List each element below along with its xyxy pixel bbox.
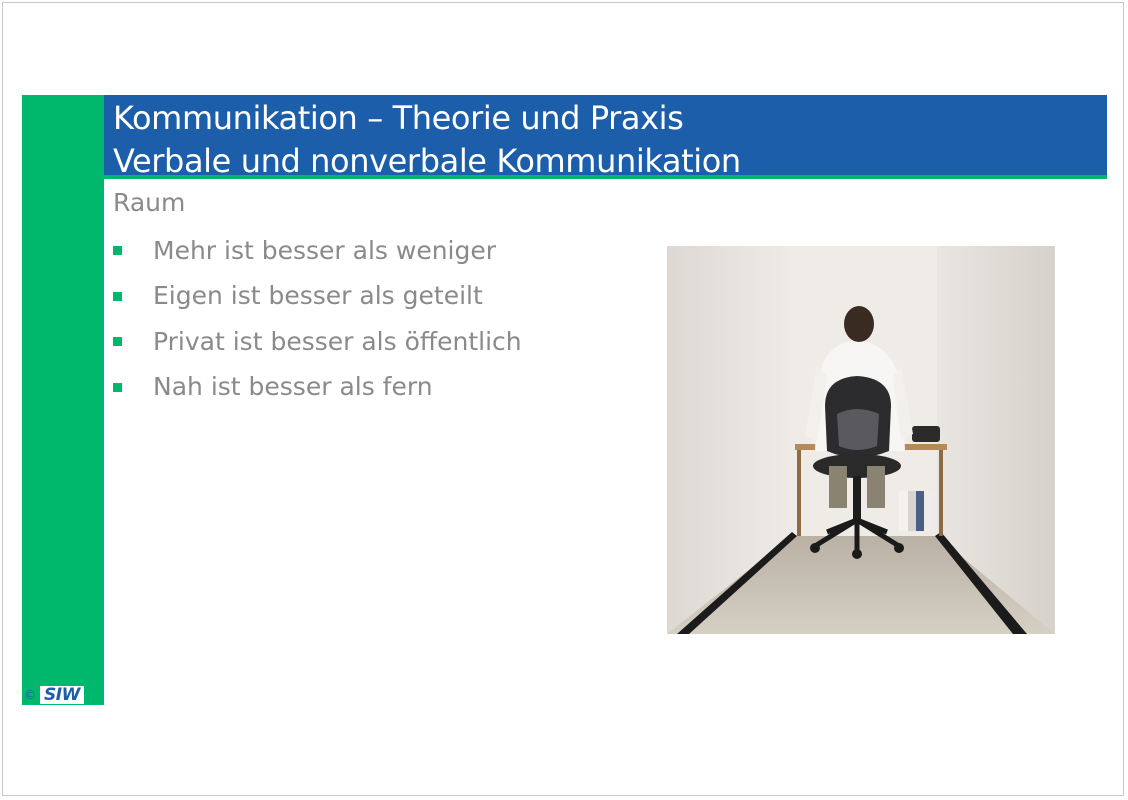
left-accent-bar <box>22 95 104 705</box>
bullet-text: Mehr ist besser als weniger <box>153 235 497 265</box>
list-item: Nah ist besser als fern <box>113 368 522 414</box>
list-item: Privat ist besser als öffentlich <box>113 322 522 368</box>
title-banner: Kommunikation – Theorie und Praxis Verba… <box>104 95 1107 180</box>
green-square-bullet-icon <box>113 382 122 392</box>
list-item: Eigen ist besser als geteilt <box>113 277 522 323</box>
copyright-symbol: © <box>24 688 36 702</box>
bullet-text: Nah ist besser als fern <box>153 372 433 402</box>
green-square-bullet-icon <box>113 337 122 347</box>
bullet-list: Mehr ist besser als weniger Eigen ist be… <box>113 231 522 413</box>
title-line-2: Verbale und nonverbale Kommunikation <box>113 142 741 180</box>
green-square-bullet-icon <box>113 246 122 256</box>
office-cubicle-illustration <box>667 246 1055 634</box>
siw-logo: © SIW <box>22 685 104 705</box>
logo-wordmark: SIW <box>40 685 84 705</box>
bullet-text: Eigen ist besser als geteilt <box>153 281 483 311</box>
bullet-text: Privat ist besser als öffentlich <box>153 326 522 356</box>
section-subheading: Raum <box>113 188 186 217</box>
list-item: Mehr ist besser als weniger <box>113 231 522 277</box>
office-cubicle-photo <box>667 246 1055 634</box>
title-line-1: Kommunikation – Theorie und Praxis <box>113 99 684 137</box>
green-square-bullet-icon <box>113 291 122 301</box>
